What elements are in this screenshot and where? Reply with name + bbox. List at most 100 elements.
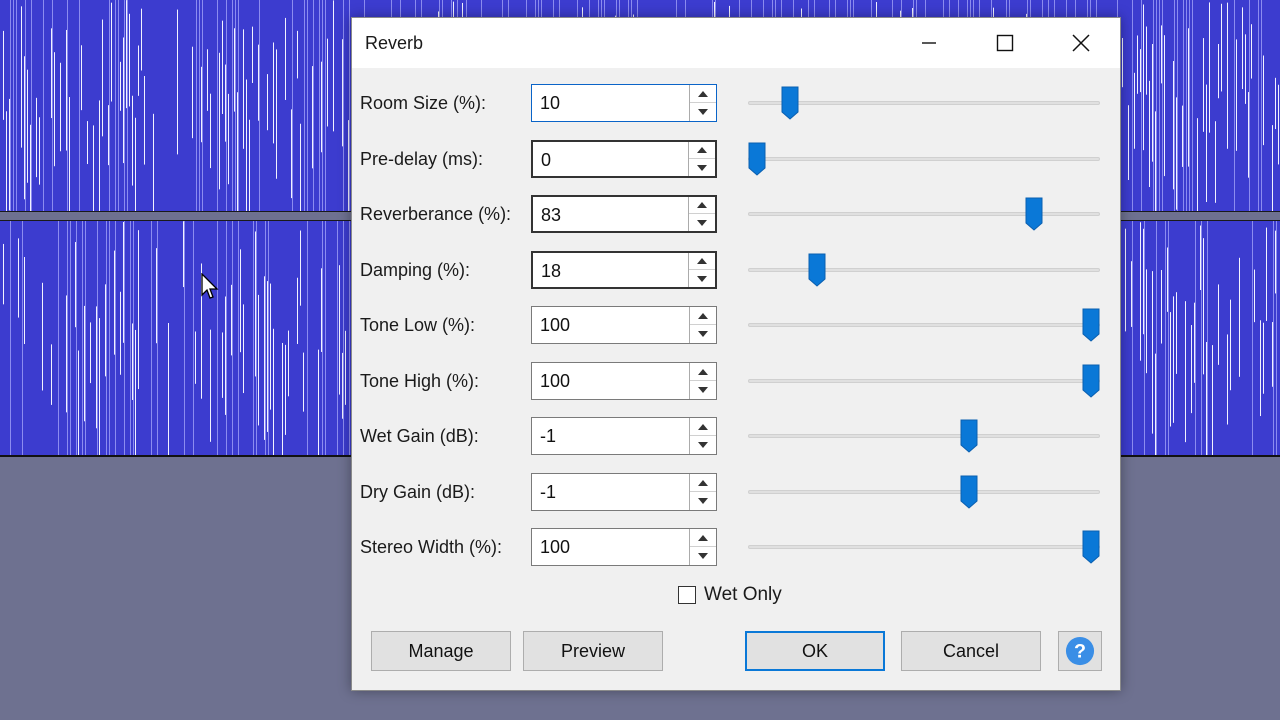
pre-delay-decrement-button[interactable] xyxy=(689,159,715,176)
tone-high-slider-track xyxy=(748,379,1100,383)
stereo-width-slider[interactable] xyxy=(748,528,1100,566)
dry-gain-slider[interactable] xyxy=(748,473,1100,511)
reverb-dialog: Reverb Room Size (%): 10 Pre-delay (ms): 0 R… xyxy=(351,17,1121,691)
tone-low-slider[interactable] xyxy=(748,306,1100,344)
dry-gain-spinbox[interactable]: -1 xyxy=(531,473,717,511)
wet-gain-slider[interactable] xyxy=(748,417,1100,455)
minimize-button[interactable] xyxy=(897,18,961,68)
wet-gain-slider-thumb[interactable] xyxy=(960,419,978,453)
arrow-down-icon xyxy=(698,387,708,393)
pre-delay-label: Pre-delay (ms): xyxy=(360,149,484,169)
dialog-title: Reverb xyxy=(365,33,424,53)
arrow-down-icon xyxy=(698,109,708,115)
tone-high-decrement-button[interactable] xyxy=(690,381,716,399)
damping-value[interactable]: 18 xyxy=(541,261,561,282)
help-button[interactable]: ? xyxy=(1058,631,1102,671)
room-size-increment-button[interactable] xyxy=(690,85,716,103)
manage-button[interactable]: Manage xyxy=(371,631,511,671)
tone-high-increment-button[interactable] xyxy=(690,363,716,381)
room-size-slider-thumb[interactable] xyxy=(781,86,799,120)
wet-gain-spin-buttons xyxy=(689,418,716,454)
tone-high-slider-thumb[interactable] xyxy=(1082,364,1100,398)
stereo-width-increment-button[interactable] xyxy=(690,529,716,547)
dry-gain-label: Dry Gain (dB): xyxy=(360,482,476,502)
stereo-width-slider-thumb[interactable] xyxy=(1082,530,1100,564)
reverberance-spinbox[interactable]: 83 xyxy=(531,195,717,233)
reverberance-decrement-button[interactable] xyxy=(689,214,715,231)
reverberance-slider[interactable] xyxy=(748,195,1100,233)
tone-low-slider-thumb[interactable] xyxy=(1082,308,1100,342)
dry-gain-decrement-button[interactable] xyxy=(690,492,716,510)
tone-low-value[interactable]: 100 xyxy=(540,315,570,336)
dialog-titlebar[interactable]: Reverb xyxy=(352,18,1120,68)
room-size-row: Room Size (%): 10 xyxy=(352,84,1120,124)
wet-gain-decrement-button[interactable] xyxy=(690,436,716,454)
preview-button[interactable]: Preview xyxy=(523,631,663,671)
stereo-width-value[interactable]: 100 xyxy=(540,537,570,558)
dry-gain-slider-track xyxy=(748,490,1100,494)
stereo-width-row: Stereo Width (%): 100 xyxy=(352,528,1120,568)
room-size-label: Room Size (%): xyxy=(360,93,487,113)
reverberance-increment-button[interactable] xyxy=(689,197,715,214)
tone-high-row: Tone High (%): 100 xyxy=(352,362,1120,402)
minimize-icon xyxy=(922,42,936,44)
pre-delay-increment-button[interactable] xyxy=(689,142,715,159)
arrow-up-icon xyxy=(698,368,708,375)
damping-row: Damping (%): 18 xyxy=(352,251,1120,291)
tone-high-spinbox[interactable]: 100 xyxy=(531,362,717,400)
maximize-button[interactable] xyxy=(973,18,1037,68)
tone-low-spinbox[interactable]: 100 xyxy=(531,306,717,344)
damping-decrement-button[interactable] xyxy=(689,270,715,287)
room-size-decrement-button[interactable] xyxy=(690,103,716,121)
arrow-down-icon xyxy=(698,553,708,559)
dry-gain-slider-thumb[interactable] xyxy=(960,475,978,509)
damping-increment-button[interactable] xyxy=(689,253,715,270)
cancel-button[interactable]: Cancel xyxy=(901,631,1041,671)
wet-gain-label: Wet Gain (dB): xyxy=(360,426,479,446)
arrow-down-icon xyxy=(697,275,707,282)
tone-low-label: Tone Low (%): xyxy=(360,315,476,335)
room-size-spinbox[interactable]: 10 xyxy=(531,84,717,122)
wet-gain-row: Wet Gain (dB): -1 xyxy=(352,417,1120,457)
wet-gain-spinbox[interactable]: -1 xyxy=(531,417,717,455)
dry-gain-increment-button[interactable] xyxy=(690,474,716,492)
tone-low-increment-button[interactable] xyxy=(690,307,716,325)
stereo-width-spinbox[interactable]: 100 xyxy=(531,528,717,566)
close-icon xyxy=(1072,34,1090,52)
help-icon: ? xyxy=(1065,636,1095,666)
reverberance-row: Reverberance (%): 83 xyxy=(352,195,1120,235)
wet-gain-value[interactable]: -1 xyxy=(540,426,556,447)
pre-delay-slider-thumb[interactable] xyxy=(748,142,766,176)
pre-delay-value[interactable]: 0 xyxy=(541,150,551,171)
tone-high-slider[interactable] xyxy=(748,362,1100,400)
arrow-down-icon xyxy=(698,331,708,337)
damping-slider-thumb[interactable] xyxy=(808,253,826,287)
arrow-up-icon xyxy=(697,258,707,264)
tone-low-decrement-button[interactable] xyxy=(690,325,716,343)
arrow-down-icon xyxy=(698,442,708,448)
pre-delay-slider-track xyxy=(748,157,1100,161)
reverberance-value[interactable]: 83 xyxy=(541,205,561,226)
stereo-width-decrement-button[interactable] xyxy=(690,547,716,565)
wet-gain-increment-button[interactable] xyxy=(690,418,716,436)
room-size-slider-track xyxy=(748,101,1100,105)
pre-delay-slider[interactable] xyxy=(748,140,1100,178)
pre-delay-row: Pre-delay (ms): 0 xyxy=(352,140,1120,180)
wet-only-checkbox[interactable] xyxy=(678,586,696,604)
arrow-down-icon xyxy=(697,219,707,226)
damping-spinbox[interactable]: 18 xyxy=(531,251,717,289)
dry-gain-value[interactable]: -1 xyxy=(540,482,556,503)
damping-label: Damping (%): xyxy=(360,260,471,280)
tone-low-slider-track xyxy=(748,323,1100,327)
tone-high-value[interactable]: 100 xyxy=(540,371,570,392)
close-button[interactable] xyxy=(1049,18,1113,68)
room-size-value[interactable]: 10 xyxy=(540,93,560,114)
arrow-up-icon xyxy=(698,534,708,541)
reverberance-slider-thumb[interactable] xyxy=(1025,197,1043,231)
pre-delay-spinbox[interactable]: 0 xyxy=(531,140,717,178)
room-size-slider[interactable] xyxy=(748,84,1100,122)
damping-slider-track xyxy=(748,268,1100,272)
tone-low-row: Tone Low (%): 100 xyxy=(352,306,1120,346)
damping-slider[interactable] xyxy=(748,251,1100,289)
ok-button[interactable]: OK xyxy=(745,631,885,671)
